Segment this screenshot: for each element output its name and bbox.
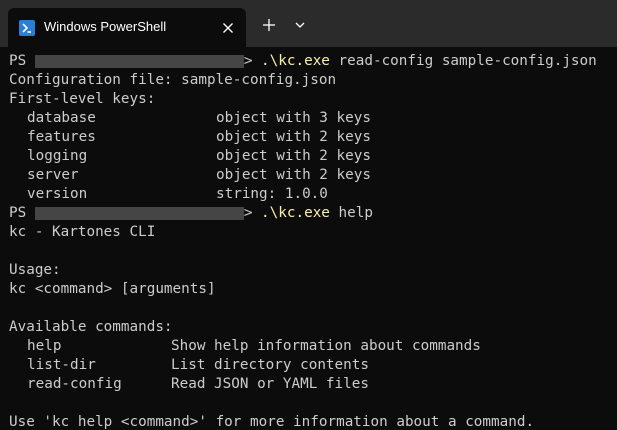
terminal-window: Windows PowerShell PS > .\kc.exe read-co… [0, 0, 617, 430]
command-desc: List directory contents [171, 357, 369, 373]
title-bar: Windows PowerShell [0, 0, 617, 47]
redacted-path [34, 55, 244, 68]
key-name: logging [27, 148, 88, 164]
chevron-down-icon[interactable] [290, 14, 310, 36]
command-args: help [329, 205, 373, 221]
new-tab-plus-icon[interactable] [258, 14, 280, 36]
tab-windows-powershell[interactable]: Windows PowerShell [8, 8, 246, 47]
command-args: read-config sample-config.json [329, 53, 597, 69]
prompt-line: PS > .\kc.exe read-config sample-config.… [9, 52, 597, 71]
command-name: list-dir [27, 357, 96, 373]
console-output[interactable]: PS > .\kc.exe read-config sample-config.… [0, 47, 617, 430]
key-desc: object with 2 keys [216, 148, 371, 164]
key-name: features [27, 129, 96, 145]
powershell-icon [19, 20, 35, 36]
command-desc: Show help information about commands [171, 338, 481, 354]
close-tab-icon[interactable] [220, 20, 236, 36]
usage-header: Usage: [9, 262, 61, 278]
keys-header: First-level keys: [9, 91, 156, 107]
prompt-gt: > [243, 205, 262, 221]
key-desc: string: 1.0.0 [216, 186, 328, 202]
command-name: read-config [27, 376, 122, 392]
command-name: .\kc.exe [261, 53, 330, 69]
commands-header: Available commands: [9, 319, 173, 335]
prompt-gt: > [243, 53, 262, 69]
key-desc: object with 2 keys [216, 167, 371, 183]
redacted-path [34, 207, 244, 220]
prompt-ps: PS [9, 53, 35, 69]
command-name: .\kc.exe [261, 205, 330, 221]
usage-line: kc <command> [arguments] [9, 281, 216, 297]
config-file-line: Configuration file: sample-config.json [9, 72, 337, 88]
key-name: database [27, 110, 96, 126]
command-name: help [27, 338, 62, 354]
tab-title: Windows PowerShell [44, 19, 167, 34]
command-desc: Read JSON or YAML files [171, 376, 369, 392]
key-desc: object with 3 keys [216, 110, 371, 126]
key-desc: object with 2 keys [216, 129, 371, 145]
key-name: server [27, 167, 79, 183]
help-footer: Use 'kc help <command>' for more informa… [9, 414, 535, 430]
key-name: version [27, 186, 88, 202]
prompt-line: PS > .\kc.exe help [9, 204, 373, 223]
help-title: kc - Kartones CLI [9, 224, 156, 240]
prompt-ps: PS [9, 205, 35, 221]
